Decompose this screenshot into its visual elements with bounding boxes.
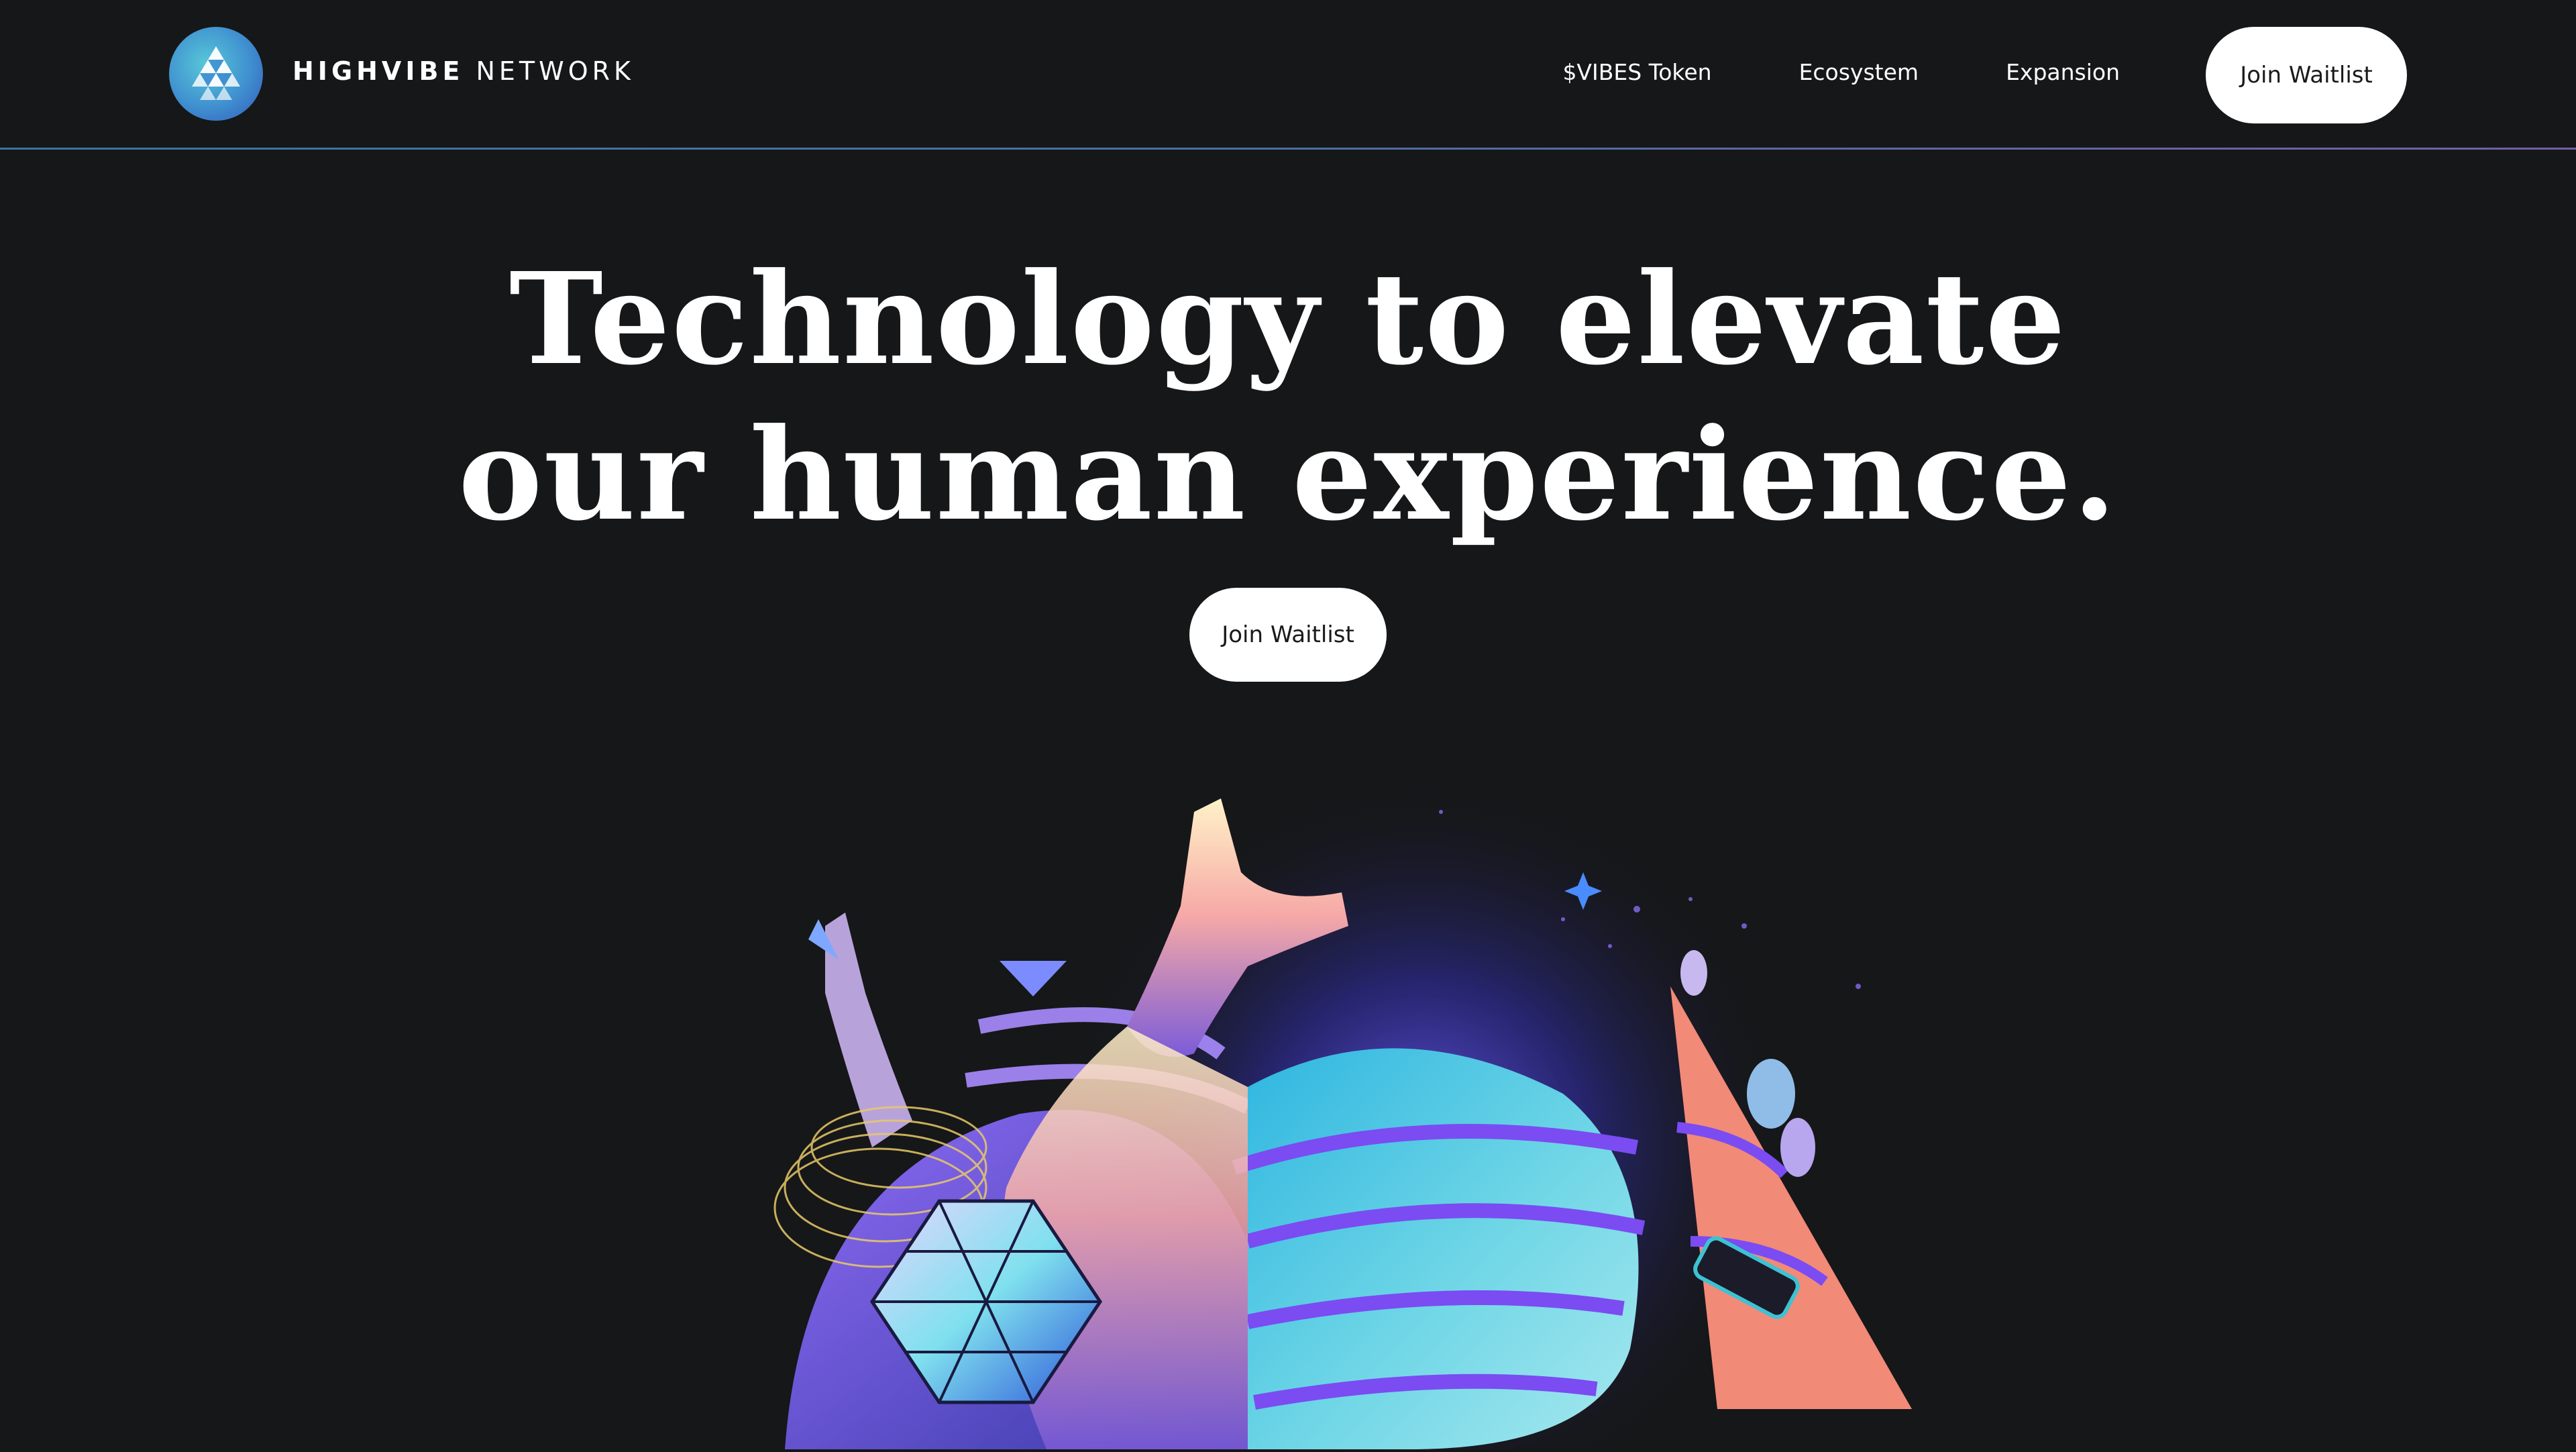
hero-title: Technology to elevate our human experien… [0,242,2576,553]
highvibe-logo-icon[interactable] [169,27,263,121]
nav-links: $VIBES Token Ecosystem Expansion [1562,59,2120,85]
floating-triangle [1000,961,1067,996]
nav-link-ecosystem[interactable]: Ecosystem [1799,59,1919,85]
petal [1680,950,1707,996]
brand-name-light: NETWORK [476,56,635,86]
nav-divider [0,148,2576,150]
left-arm [825,913,912,1147]
nav-link-vibes-token[interactable]: $VIBES Token [1562,59,1711,85]
hero-title-line1: Technology to elevate [509,245,2067,393]
nav-join-waitlist-button[interactable]: Join Waitlist [2206,27,2407,123]
nav-link-expansion[interactable]: Expansion [2006,59,2120,85]
petal [1780,1118,1815,1177]
hero-illustration [671,772,1945,1452]
top-nav: HIGHVIBE NETWORK $VIBES Token Ecosystem … [0,0,2576,148]
hero-join-waitlist-button[interactable]: Join Waitlist [1189,588,1387,682]
hero-title-line2: our human experience. [458,401,2118,549]
brand-name-bold: HIGHVIBE [292,56,464,86]
brand-name[interactable]: HIGHVIBE NETWORK [292,56,635,91]
petal [1747,1059,1795,1129]
